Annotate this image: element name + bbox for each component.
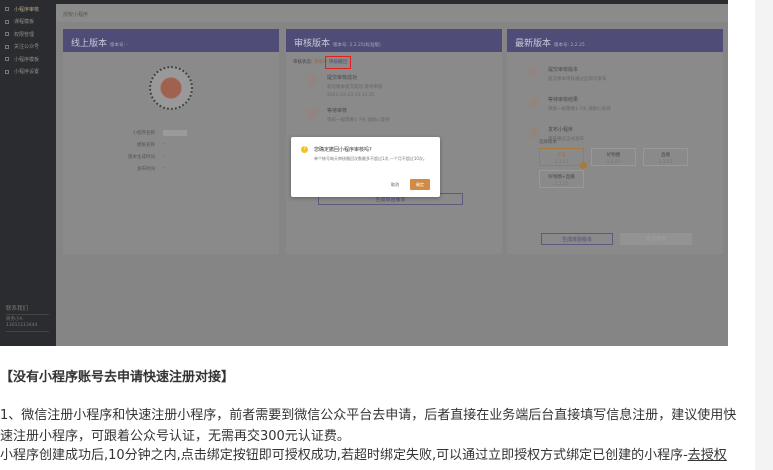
sidebar-label: 小程序设置	[14, 69, 40, 76]
field-label: 发布时间	[137, 167, 155, 172]
version-name: 标准	[557, 153, 566, 158]
question-icon: ?	[301, 146, 308, 153]
menu-icon	[5, 32, 9, 37]
menu-icon	[5, 69, 9, 74]
version-name: 直播	[661, 153, 670, 158]
version-number: 版本号: 2.2.25	[554, 43, 585, 48]
sidebar-item: 小程序设置	[0, 66, 56, 79]
version-option[interactable]: 好物圈+直播 2.2.25	[539, 170, 584, 188]
confirm-button[interactable]: 确定	[410, 179, 430, 190]
submit-audit-button[interactable]: 提交审核	[620, 233, 692, 245]
version-name: 好物圈	[606, 153, 621, 158]
sidebar-label: 课程模板	[14, 19, 35, 26]
latest-step: 2 等待审核结果审核一般需要1-7天,请耐心等待	[527, 96, 723, 112]
field-value: -	[163, 154, 165, 159]
dialog-title: 您确定撤回小程序审核吗?	[314, 147, 372, 153]
contact-title: 联系我们	[6, 304, 49, 315]
step-number: 3	[527, 126, 540, 139]
menu-icon	[5, 7, 9, 12]
step-number: 2	[306, 107, 319, 120]
version-option[interactable]: 直播 2.2.25	[643, 148, 688, 166]
step-desc: 审核一般需要1-7天,请耐心等待	[548, 107, 611, 112]
qr-code	[149, 66, 193, 110]
field-value: -	[163, 166, 165, 171]
generate-trial-button[interactable]: 生成体验版本	[541, 233, 613, 245]
paragraph-line: 1、微信注册小程序和快速注册小程序，前者需要到微信公众平台去申请，后者直接在业务…	[0, 408, 737, 423]
version-number: 版本号: -	[110, 43, 129, 48]
online-version-card: 线上版本 版本号: - 小程序名称 模板名称 - 版本生成时间 - 发布时间 -	[63, 29, 279, 254]
sidebar-label: 小程序模板	[14, 56, 40, 63]
version-code: 2.2.25	[658, 160, 673, 165]
latest-step: 1 提交审核版本提交版本审核通过后即可发布	[527, 66, 723, 82]
cancel-button[interactable]: 取消	[388, 180, 402, 189]
sidebar-item: 课程模板	[0, 16, 56, 29]
step-title: 发布小程序	[548, 127, 574, 133]
sidebar-item: 小程序审核	[0, 3, 56, 16]
menu-icon	[5, 44, 9, 49]
dialog-message: 单个帐号每天审核撤回次数最多不超过1次,一个月不超过10次。	[314, 156, 427, 161]
field-label: 版本生成时间	[128, 155, 155, 160]
field-value: -	[163, 142, 165, 147]
contact-phone: 13011113444	[6, 323, 38, 328]
status-label: 审核状态:	[293, 60, 313, 65]
audit-step: 2 等待审核审核一般需要1-7天,请耐心等待	[306, 107, 502, 123]
step-title: 等待审核结果	[548, 97, 579, 103]
field-value-blurred	[163, 130, 187, 136]
field-label: 小程序名称	[132, 131, 156, 136]
step-number: 1	[527, 66, 540, 79]
audit-step: 1 提交审核成功新的版本提交成功,等待审核 2021-03-23 15:12:25	[306, 74, 502, 98]
sidebar-label: 权限管理	[14, 31, 35, 38]
card-title: 审核版本	[294, 39, 331, 49]
version-code: 2.2.25	[554, 160, 569, 165]
confirm-dialog: ? 您确定撤回小程序审核吗? 单个帐号每天审核撤回次数最多不超过1次,一个月不超…	[291, 137, 440, 197]
paragraph-line: 速注册小程序，可跟着公众号认证，无需再交300元认证费。	[0, 429, 350, 444]
version-number: 版本号: 2.2.25(标准版)	[333, 43, 381, 48]
version-code: 2.2.25	[606, 160, 621, 165]
sidebar-item: 小程序模板	[0, 53, 56, 66]
right-margin	[755, 0, 773, 470]
sidebar-label: 小程序审核	[14, 6, 40, 13]
select-version-label: 选择版本	[539, 140, 557, 145]
step-desc: 新的版本提交成功,等待审核	[327, 85, 383, 90]
step-title: 提交审核版本	[548, 67, 579, 73]
step-title: 等待审核	[327, 108, 348, 114]
embedded-screenshot: 小程序审核 课程模板 权限管理 关注公众号 小程序模板 小程序设置 联系我们 商…	[0, 0, 728, 346]
status-value: 审核中	[313, 60, 328, 65]
latest-version-card: 最新版本 版本号: 2.2.25 1 提交审核版本提交版本审核通过后即可发布 2 等待…	[507, 29, 723, 254]
card-title: 最新版本	[515, 39, 552, 49]
sidebar-label: 关注公众号	[14, 44, 40, 51]
card-title: 线上版本	[71, 39, 108, 49]
paragraph-line: 小程序创建成功后,10分钟之内,点击绑定按钮即可授权成功,若超时绑定失败,可以通…	[0, 448, 688, 463]
section-heading: 【没有小程序账号去申请快速注册对接】	[0, 370, 235, 385]
contact-info: 联系我们 商务小A 13011113444	[6, 304, 49, 332]
menu-icon	[5, 19, 9, 24]
menu-icon	[5, 57, 9, 62]
authorize-link[interactable]: 去授权	[688, 448, 727, 463]
check-icon	[580, 162, 587, 169]
sidebar-item: 权限管理	[0, 28, 56, 41]
step-number: 2	[527, 96, 540, 109]
step-desc: 审核一般需要1-7天,请耐心等待	[327, 118, 390, 123]
step-desc: 提交版本审核通过后即可发布	[548, 77, 607, 82]
step-title: 提交审核成功	[327, 75, 358, 81]
version-option-selected[interactable]: 标准 2.2.25	[539, 148, 587, 169]
step-number: 1	[306, 74, 319, 87]
field-label: 模板名称	[137, 143, 155, 148]
version-code: 2.2.25	[554, 182, 569, 187]
withdraw-audit-link[interactable]: 审核撤回	[324, 56, 351, 69]
version-option[interactable]: 好物圈 2.2.25	[591, 148, 636, 166]
version-name: 好物圈+直播	[548, 175, 575, 180]
step-time: 2021-03-23 15:12:25	[327, 93, 375, 98]
page-header: 授权小程序	[56, 4, 728, 22]
sidebar: 小程序审核 课程模板 权限管理 关注公众号 小程序模板 小程序设置 联系我们 商…	[0, 0, 56, 346]
sidebar-item: 关注公众号	[0, 41, 56, 54]
